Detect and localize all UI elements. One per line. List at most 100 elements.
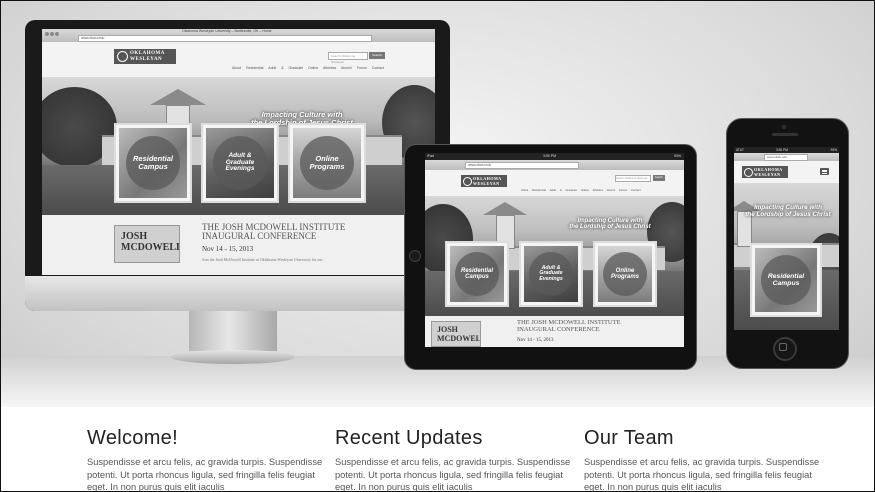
nav-contact[interactable]: Contact [631, 188, 641, 192]
phone-speaker [772, 133, 798, 136]
card-line3: Evenings [539, 275, 563, 282]
nav-forum[interactable]: Forum [619, 188, 627, 192]
search-button[interactable]: Search [369, 52, 385, 59]
nav-residential[interactable]: Residential [246, 66, 263, 70]
event-section: JOSH MCDOWELL THE JOSH MCDOWELL INSTITUT… [42, 215, 435, 275]
nav-about[interactable]: About [521, 188, 528, 192]
tagline-line2: the Lordship of Jesus Christ [745, 210, 831, 218]
logo-line2: WESLEYAN [130, 57, 163, 62]
seal-icon [744, 167, 753, 177]
card-label: Residential Campus [455, 252, 499, 296]
column-title: Our Team [584, 427, 674, 449]
event-image-line1: JOSH [121, 231, 148, 242]
nav-adult-graduate[interactable]: Adult & Graduate [550, 188, 577, 192]
card-line2: Programs [610, 274, 639, 280]
nav-athletics[interactable]: Athletics [593, 188, 604, 192]
nav-adult-graduate[interactable]: Adult & Graduate [268, 66, 303, 70]
card-label: Residential Campus [126, 136, 180, 190]
nav-online[interactable]: Online [308, 66, 318, 70]
event-title-line2: INAUGURAL CONFERENCE [517, 325, 600, 333]
program-cards: Residential Campus Adult & Graduate Evening… [114, 123, 366, 203]
menu-icon[interactable] [820, 168, 829, 175]
address-bar[interactable]: www.okwu.edu [78, 35, 372, 42]
tablet-address-bar[interactable]: www.okwu.edu [465, 162, 579, 169]
nav-online[interactable]: Online [581, 188, 589, 192]
tablet-event-title[interactable]: THE JOSH MCDOWELL INSTITUTE INAUGURAL CO… [517, 319, 621, 334]
event-image-line2: MCDOWELL [437, 334, 481, 343]
monitor-stand [189, 311, 277, 351]
card-residential[interactable]: Residential Campus [750, 243, 822, 317]
tagline-line2: the Lordship of Jesus Christ [569, 224, 651, 231]
card-line2: Programs [309, 162, 345, 171]
card-residential[interactable]: Residential Campus [445, 241, 509, 307]
tablet-event-image[interactable]: JOSH MCDOWELL [431, 321, 481, 347]
tablet-site-screen: iPad 3:50 PM 93% www.okwu.edu OKLAHOMA W… [425, 153, 684, 347]
event-image[interactable]: JOSH MCDOWELL [114, 225, 180, 263]
event-description: Join the Josh McDowell Institute at Okla… [202, 257, 323, 262]
card-line2: Campus [465, 274, 489, 280]
site-nav: About Residential Adult & Graduate Onlin… [232, 66, 384, 70]
nav-alumni[interactable]: Alumni [607, 188, 616, 192]
card-residential[interactable]: Residential Campus [114, 123, 192, 203]
search-input[interactable]: Search Oklahoma Wesleyan [328, 52, 368, 64]
event-date: Nov 14 - 15, 2013 [202, 245, 254, 253]
nav-about[interactable]: About [232, 66, 241, 70]
tablet-home-button [409, 250, 421, 262]
tablet-carrier: iPad [427, 154, 435, 158]
event-title[interactable]: THE JOSH MCDOWELL INSTITUTE INAUGURAL CO… [202, 222, 345, 242]
tablet-event-date: Nov 14 - 15, 2013 [517, 338, 554, 343]
phone-site-logo[interactable]: OKLAHOMA WESLEYAN [742, 166, 788, 178]
column-title: Welcome! [87, 427, 178, 449]
column-title: Recent Updates [335, 427, 483, 449]
site-logo[interactable]: OKLAHOMA WESLEYAN [114, 49, 176, 64]
phone-site-screen: AT&T 3:50 PM 93% www.okwu.edu OKLAHOMA W… [734, 147, 839, 330]
tablet-event-section: JOSH MCDOWELL THE JOSH MCDOWELL INSTITUT… [425, 316, 684, 347]
hero-showcase: Oklahoma Wesleyan University – Bartlesvi… [1, 1, 874, 407]
card-adult-graduate[interactable]: Adult & Graduate Evenings [519, 241, 583, 307]
tablet-status-bar: iPad 3:50 PM 93% [425, 153, 684, 160]
tablet-site-nav: About Residential Adult & Graduate Onlin… [521, 188, 641, 192]
tablet-time: 3:50 PM [543, 154, 557, 158]
card-line3: Evenings [225, 165, 255, 173]
card-label: Adult & Graduate Evenings [529, 252, 573, 296]
home-square-icon [779, 343, 787, 351]
phone-site-header: OKLAHOMA WESLEYAN [734, 161, 839, 183]
window-controls [45, 32, 60, 37]
event-image-line2: MCDOWELL [121, 242, 180, 253]
nav-contact[interactable]: Contact [372, 66, 384, 70]
chapel-roof [150, 89, 206, 105]
nav-residential[interactable]: Residential [532, 188, 546, 192]
tablet-battery: 93% [673, 154, 681, 158]
tablet-site-header: OKLAHOMA WESLEYAN Search Oklahoma Wesley… [425, 170, 684, 196]
card-online[interactable]: Online Programs [593, 241, 657, 307]
seal-icon [463, 176, 472, 186]
site-header: OKLAHOMA WESLEYAN Search Oklahoma Wesley… [42, 42, 435, 77]
card-adult-graduate[interactable]: Adult & Graduate Evenings [201, 123, 279, 203]
column-welcome: Welcome! Suspendisse et arcu felis, ac g… [87, 427, 327, 492]
tablet-search-input[interactable]: Search Oklahoma Wesleyan [615, 175, 651, 182]
chapel-roof [483, 202, 527, 215]
tablet-program-cards: Residential Campus Adult & Graduate Evening… [445, 241, 657, 307]
card-label: Residential Campus [761, 255, 811, 305]
card-line2: Campus [772, 280, 800, 287]
column-body: Suspendisse et arcu felis, ac gravida tu… [87, 457, 323, 492]
seal-icon [117, 51, 128, 62]
phone-address-bar[interactable]: www.okwu.edu [764, 154, 808, 161]
card-online[interactable]: Online Programs [288, 123, 366, 203]
phone-tagline: Impacting Culture with the Lordship of J… [742, 204, 834, 218]
logo-line2: WESLEYAN [473, 181, 500, 186]
nav-alumni[interactable]: Alumni [341, 66, 352, 70]
card-line1: Residential [767, 272, 805, 280]
tablet-search-button[interactable]: Search [653, 175, 665, 181]
column-body: Suspendisse et arcu felis, ac gravida tu… [584, 457, 820, 492]
nav-forum[interactable]: Forum [357, 66, 367, 70]
logo-line2: WESLEYAN [754, 172, 781, 177]
monitor-chin [25, 276, 450, 311]
column-our-team: Our Team Suspendisse et arcu felis, ac g… [584, 427, 824, 492]
event-title-line2: INAUGURAL CONFERENCE [202, 231, 317, 242]
nav-athletics[interactable]: Athletics [323, 66, 336, 70]
tablet-site-logo[interactable]: OKLAHOMA WESLEYAN [461, 175, 507, 187]
card-label: Adult & Graduate Evenings [213, 136, 267, 190]
card-line2: Campus [138, 162, 168, 171]
event-image-line1: JOSH [437, 325, 458, 334]
